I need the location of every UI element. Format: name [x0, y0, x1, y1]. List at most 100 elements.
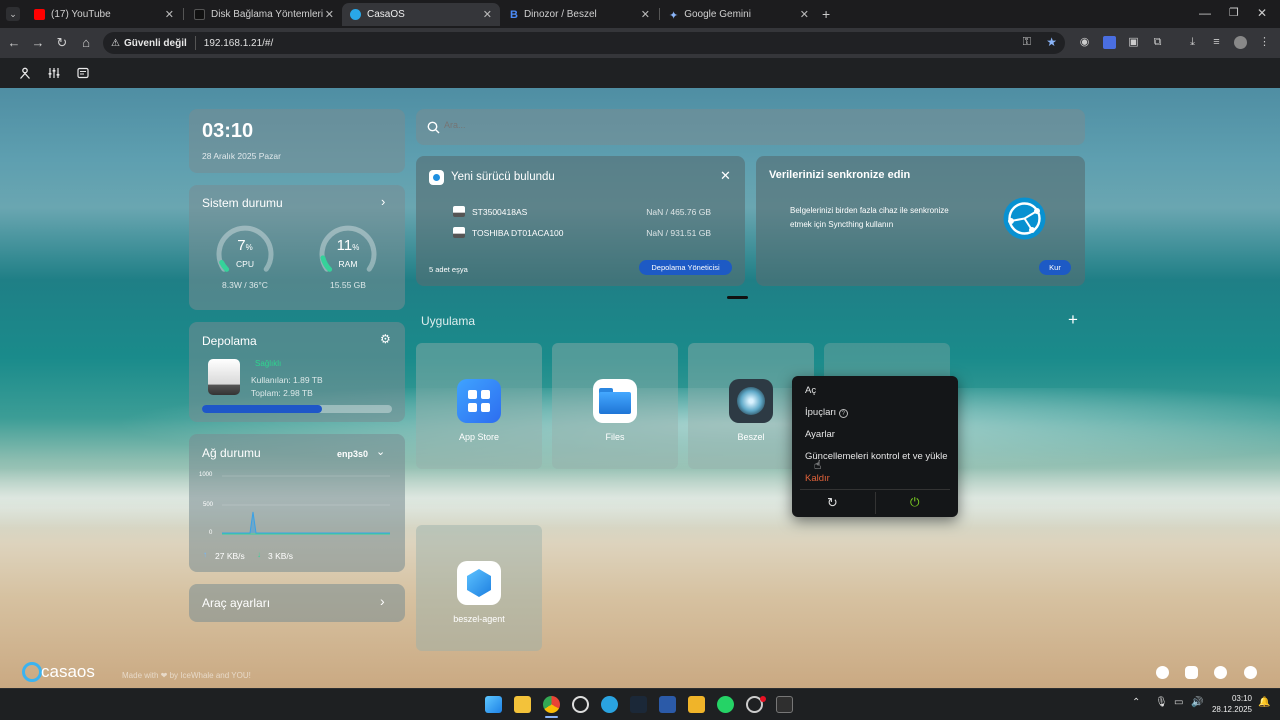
terminal-icon[interactable] [77, 67, 89, 79]
cube-icon [457, 561, 501, 605]
tab-beszel[interactable]: B Dinozor / Beszel ✕ [502, 3, 658, 26]
app-label: beszel-agent [453, 614, 505, 624]
menu-item-uninstall[interactable]: Kaldır [805, 473, 830, 484]
tab-disk[interactable]: Disk Bağlama Yöntemleri ✕ [186, 3, 342, 26]
app-context-menu: Aç İpuçları ? Ayarlar Güncellemeleri kon… [792, 376, 958, 517]
tab-title: CasaOS [367, 9, 405, 20]
restart-icon[interactable]: ↻ [827, 495, 838, 511]
whatsapp-icon[interactable] [717, 696, 734, 713]
chevron-up-icon[interactable]: ⌃ [1132, 697, 1140, 708]
tab-search-icon[interactable]: ⌄ [6, 7, 20, 21]
taskbar-date[interactable]: 28.12.2025 [1198, 705, 1252, 714]
menu-item-check-updates[interactable]: Güncellemeleri kontrol et ve yükle [805, 451, 948, 462]
power-icon[interactable]: ⏻ [910, 495, 920, 510]
url-text[interactable]: 192.168.1.21/#/ [196, 38, 274, 49]
close-icon[interactable]: ✕ [325, 8, 334, 21]
download-arrow-icon: ↓ [257, 550, 261, 559]
chatgpt-icon[interactable] [572, 696, 589, 713]
close-icon[interactable]: ✕ [720, 168, 731, 184]
close-icon[interactable]: ✕ [800, 8, 809, 21]
media-icon[interactable]: ≡ [1210, 36, 1223, 49]
download-icon[interactable]: ⤓ [1186, 36, 1199, 49]
sync-title: Verilerinizi senkronize edin [769, 169, 911, 181]
casaos-icon [429, 170, 444, 185]
incognito-icon[interactable]: ◉ [1078, 36, 1091, 49]
app-tile-appstore[interactable]: App Store [416, 343, 542, 469]
address-bar[interactable]: ⚠ Güvenli değil 192.168.1.21/#/ ⚿ ★ [103, 32, 1065, 54]
media-player-icon[interactable] [688, 696, 705, 713]
sliders-icon[interactable] [48, 67, 60, 79]
axis-label: 0 [209, 530, 213, 536]
cpu-label: CPU [236, 259, 254, 269]
microphone-icon[interactable]: 🎙 [1155, 697, 1168, 708]
menu-icon[interactable]: ⋮ [1258, 36, 1271, 49]
window-close-icon[interactable]: ✕ [1257, 6, 1267, 20]
reload-icon[interactable]: ↻ [53, 35, 71, 51]
notification-icon[interactable]: 🔔 [1258, 697, 1270, 708]
menu-item-open[interactable]: Aç [805, 385, 816, 396]
taskbar-time[interactable]: 03:10 [1212, 694, 1252, 703]
new-tab-icon[interactable]: + [822, 6, 830, 22]
gemini-icon: ✦ [669, 10, 679, 22]
user-icon[interactable] [19, 67, 31, 79]
chevron-down-icon[interactable]: ⌄ [376, 445, 385, 458]
tools-widget[interactable]: Araç ayarları › [189, 584, 405, 622]
footer-credit: Made with ❤ by IceWhale and YOU! [122, 671, 251, 680]
tab-casaos[interactable]: CasaOS ✕ [342, 3, 500, 26]
github-icon[interactable] [1214, 666, 1227, 679]
menu-item-settings[interactable]: Ayarlar [805, 429, 835, 440]
app-tile-files[interactable]: Files [552, 343, 678, 469]
chevron-right-icon[interactable]: › [381, 194, 385, 209]
network-interface[interactable]: enp3s0 [337, 449, 368, 459]
restore-icon[interactable]: ❐ [1229, 6, 1239, 19]
folder-icon [593, 379, 637, 423]
mouse-cursor-icon: ☝ [814, 458, 822, 472]
discord-icon[interactable] [1185, 666, 1198, 679]
apps-section-title: Uygulama [421, 314, 476, 328]
chrome-icon[interactable] [543, 696, 560, 713]
tab-youtube[interactable]: (17) YouTube ✕ [26, 3, 182, 26]
feedback-icon[interactable] [1156, 666, 1169, 679]
terminal-app-icon[interactable] [776, 696, 793, 713]
puzzle-icon[interactable]: ⧉ [1151, 36, 1164, 49]
tab-gemini[interactable]: ✦ Google Gemini ✕ [661, 3, 817, 26]
tabs-icon[interactable]: ▣ [1127, 36, 1140, 49]
app-tile-beszel-agent[interactable]: beszel-agent [416, 525, 542, 651]
install-button[interactable]: Kur [1039, 260, 1071, 275]
network-icon[interactable]: ▭ [1174, 697, 1183, 708]
drive-size: NaN / 465.76 GB [646, 207, 711, 217]
add-app-icon[interactable]: + [1068, 310, 1078, 330]
minimize-icon[interactable]: — [1199, 6, 1211, 20]
gear-icon[interactable]: ⚙ [380, 332, 391, 346]
extension-icon[interactable] [1103, 36, 1116, 49]
forward-icon[interactable]: → [29, 35, 47, 51]
close-icon[interactable]: ✕ [641, 8, 650, 21]
star-icon[interactable]: ★ [1046, 35, 1057, 49]
search-bar[interactable] [416, 109, 1085, 145]
file-explorer-icon[interactable] [514, 696, 531, 713]
start-icon[interactable] [485, 696, 502, 713]
clock-time: 03:10 [202, 120, 254, 142]
search-icon [427, 121, 440, 134]
search-input[interactable] [444, 120, 1064, 130]
casaos-brand: casaos [41, 662, 95, 681]
security-chip[interactable]: ⚠ Güvenli değil [103, 36, 196, 50]
close-icon[interactable]: ✕ [165, 8, 174, 21]
carousel-indicator[interactable] [727, 296, 748, 299]
system-status-widget: Sistem durumu › 7% CPU 8.3W / 36°C 11% R… [189, 185, 405, 310]
syncthing-icon [1003, 197, 1046, 240]
download-speed: 3 KB/s [268, 551, 294, 561]
key-icon[interactable]: ⚿ [1023, 36, 1031, 49]
close-icon[interactable]: ✕ [483, 8, 492, 21]
chevron-right-icon[interactable]: › [380, 593, 385, 609]
steam-icon[interactable] [630, 696, 647, 713]
home-icon[interactable]: ⌂ [77, 35, 95, 51]
telegram-icon[interactable] [601, 696, 618, 713]
avatar[interactable] [1234, 36, 1247, 49]
storage-total: Toplam: 2.98 TB [251, 388, 313, 398]
storage-manager-button[interactable]: Depolama Yöneticisi [639, 260, 732, 275]
menu-item-tips[interactable]: İpuçları ? [805, 407, 848, 418]
powershell-icon[interactable] [659, 696, 676, 713]
back-icon[interactable]: ← [5, 35, 23, 51]
chat-icon[interactable] [1244, 666, 1257, 679]
